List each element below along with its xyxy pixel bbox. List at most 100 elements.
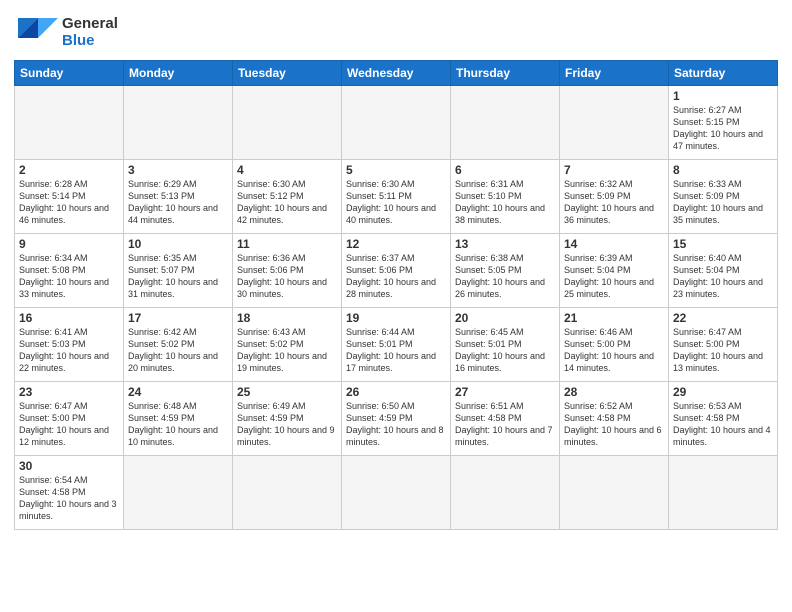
day-info: Sunrise: 6:31 AM Sunset: 5:10 PM Dayligh… — [455, 178, 555, 227]
calendar-cell: 12Sunrise: 6:37 AM Sunset: 5:06 PM Dayli… — [342, 234, 451, 308]
calendar-cell — [342, 86, 451, 160]
day-number: 12 — [346, 237, 446, 251]
calendar-cell: 30Sunrise: 6:54 AM Sunset: 4:58 PM Dayli… — [15, 456, 124, 530]
day-number: 11 — [237, 237, 337, 251]
general-blue-logo-icon — [14, 10, 58, 54]
calendar-week-row: 1Sunrise: 6:27 AM Sunset: 5:15 PM Daylig… — [15, 86, 778, 160]
calendar-cell — [669, 456, 778, 530]
day-info: Sunrise: 6:32 AM Sunset: 5:09 PM Dayligh… — [564, 178, 664, 227]
day-info: Sunrise: 6:30 AM Sunset: 5:12 PM Dayligh… — [237, 178, 337, 227]
calendar-cell: 6Sunrise: 6:31 AM Sunset: 5:10 PM Daylig… — [451, 160, 560, 234]
calendar-cell: 3Sunrise: 6:29 AM Sunset: 5:13 PM Daylig… — [124, 160, 233, 234]
day-number: 5 — [346, 163, 446, 177]
calendar-cell: 19Sunrise: 6:44 AM Sunset: 5:01 PM Dayli… — [342, 308, 451, 382]
day-info: Sunrise: 6:27 AM Sunset: 5:15 PM Dayligh… — [673, 104, 773, 153]
weekday-header-wednesday: Wednesday — [342, 61, 451, 86]
calendar-cell — [124, 456, 233, 530]
day-number: 26 — [346, 385, 446, 399]
day-info: Sunrise: 6:36 AM Sunset: 5:06 PM Dayligh… — [237, 252, 337, 301]
day-info: Sunrise: 6:43 AM Sunset: 5:02 PM Dayligh… — [237, 326, 337, 375]
calendar-header: SundayMondayTuesdayWednesdayThursdayFrid… — [15, 61, 778, 86]
day-info: Sunrise: 6:49 AM Sunset: 4:59 PM Dayligh… — [237, 400, 337, 449]
day-info: Sunrise: 6:46 AM Sunset: 5:00 PM Dayligh… — [564, 326, 664, 375]
calendar-week-row: 16Sunrise: 6:41 AM Sunset: 5:03 PM Dayli… — [15, 308, 778, 382]
day-number: 25 — [237, 385, 337, 399]
day-info: Sunrise: 6:37 AM Sunset: 5:06 PM Dayligh… — [346, 252, 446, 301]
logo: GeneralBlue — [14, 10, 118, 54]
day-number: 3 — [128, 163, 228, 177]
calendar-cell: 29Sunrise: 6:53 AM Sunset: 4:58 PM Dayli… — [669, 382, 778, 456]
calendar-week-row: 2Sunrise: 6:28 AM Sunset: 5:14 PM Daylig… — [15, 160, 778, 234]
day-number: 22 — [673, 311, 773, 325]
day-info: Sunrise: 6:53 AM Sunset: 4:58 PM Dayligh… — [673, 400, 773, 449]
day-info: Sunrise: 6:50 AM Sunset: 4:59 PM Dayligh… — [346, 400, 446, 449]
weekday-header-tuesday: Tuesday — [233, 61, 342, 86]
calendar-cell — [451, 456, 560, 530]
day-number: 6 — [455, 163, 555, 177]
calendar-cell — [233, 456, 342, 530]
day-info: Sunrise: 6:48 AM Sunset: 4:59 PM Dayligh… — [128, 400, 228, 449]
calendar-cell: 25Sunrise: 6:49 AM Sunset: 4:59 PM Dayli… — [233, 382, 342, 456]
calendar-cell: 22Sunrise: 6:47 AM Sunset: 5:00 PM Dayli… — [669, 308, 778, 382]
calendar-cell: 24Sunrise: 6:48 AM Sunset: 4:59 PM Dayli… — [124, 382, 233, 456]
weekday-header-sunday: Sunday — [15, 61, 124, 86]
calendar-cell: 1Sunrise: 6:27 AM Sunset: 5:15 PM Daylig… — [669, 86, 778, 160]
calendar-cell: 17Sunrise: 6:42 AM Sunset: 5:02 PM Dayli… — [124, 308, 233, 382]
day-info: Sunrise: 6:54 AM Sunset: 4:58 PM Dayligh… — [19, 474, 119, 523]
weekday-header-friday: Friday — [560, 61, 669, 86]
day-number: 2 — [19, 163, 119, 177]
day-number: 28 — [564, 385, 664, 399]
day-number: 7 — [564, 163, 664, 177]
calendar-cell: 2Sunrise: 6:28 AM Sunset: 5:14 PM Daylig… — [15, 160, 124, 234]
weekday-header-saturday: Saturday — [669, 61, 778, 86]
day-number: 4 — [237, 163, 337, 177]
calendar-cell: 14Sunrise: 6:39 AM Sunset: 5:04 PM Dayli… — [560, 234, 669, 308]
calendar-cell: 8Sunrise: 6:33 AM Sunset: 5:09 PM Daylig… — [669, 160, 778, 234]
calendar-cell: 4Sunrise: 6:30 AM Sunset: 5:12 PM Daylig… — [233, 160, 342, 234]
day-info: Sunrise: 6:38 AM Sunset: 5:05 PM Dayligh… — [455, 252, 555, 301]
day-number: 27 — [455, 385, 555, 399]
calendar-week-row: 23Sunrise: 6:47 AM Sunset: 5:00 PM Dayli… — [15, 382, 778, 456]
day-info: Sunrise: 6:40 AM Sunset: 5:04 PM Dayligh… — [673, 252, 773, 301]
page: GeneralBlue SundayMondayTuesdayWednesday… — [0, 0, 792, 612]
calendar-cell — [451, 86, 560, 160]
weekday-header-monday: Monday — [124, 61, 233, 86]
calendar-cell: 21Sunrise: 6:46 AM Sunset: 5:00 PM Dayli… — [560, 308, 669, 382]
calendar-cell: 11Sunrise: 6:36 AM Sunset: 5:06 PM Dayli… — [233, 234, 342, 308]
calendar-cell: 23Sunrise: 6:47 AM Sunset: 5:00 PM Dayli… — [15, 382, 124, 456]
day-number: 23 — [19, 385, 119, 399]
day-number: 29 — [673, 385, 773, 399]
calendar-cell — [233, 86, 342, 160]
day-number: 18 — [237, 311, 337, 325]
weekday-header-row: SundayMondayTuesdayWednesdayThursdayFrid… — [15, 61, 778, 86]
calendar-cell: 7Sunrise: 6:32 AM Sunset: 5:09 PM Daylig… — [560, 160, 669, 234]
header: GeneralBlue — [14, 10, 778, 54]
day-number: 8 — [673, 163, 773, 177]
calendar-cell: 27Sunrise: 6:51 AM Sunset: 4:58 PM Dayli… — [451, 382, 560, 456]
calendar-cell — [560, 86, 669, 160]
calendar-cell: 20Sunrise: 6:45 AM Sunset: 5:01 PM Dayli… — [451, 308, 560, 382]
day-number: 30 — [19, 459, 119, 473]
calendar-cell — [15, 86, 124, 160]
calendar-cell: 28Sunrise: 6:52 AM Sunset: 4:58 PM Dayli… — [560, 382, 669, 456]
calendar-table: SundayMondayTuesdayWednesdayThursdayFrid… — [14, 60, 778, 530]
logo-text: GeneralBlue — [62, 15, 118, 50]
day-number: 13 — [455, 237, 555, 251]
day-number: 24 — [128, 385, 228, 399]
day-number: 19 — [346, 311, 446, 325]
day-number: 14 — [564, 237, 664, 251]
day-info: Sunrise: 6:44 AM Sunset: 5:01 PM Dayligh… — [346, 326, 446, 375]
day-info: Sunrise: 6:30 AM Sunset: 5:11 PM Dayligh… — [346, 178, 446, 227]
day-number: 1 — [673, 89, 773, 103]
day-number: 17 — [128, 311, 228, 325]
calendar-cell: 16Sunrise: 6:41 AM Sunset: 5:03 PM Dayli… — [15, 308, 124, 382]
day-info: Sunrise: 6:33 AM Sunset: 5:09 PM Dayligh… — [673, 178, 773, 227]
day-number: 10 — [128, 237, 228, 251]
day-info: Sunrise: 6:29 AM Sunset: 5:13 PM Dayligh… — [128, 178, 228, 227]
calendar-cell — [342, 456, 451, 530]
day-info: Sunrise: 6:45 AM Sunset: 5:01 PM Dayligh… — [455, 326, 555, 375]
calendar-cell: 15Sunrise: 6:40 AM Sunset: 5:04 PM Dayli… — [669, 234, 778, 308]
day-number: 15 — [673, 237, 773, 251]
calendar-cell — [124, 86, 233, 160]
calendar-cell — [560, 456, 669, 530]
